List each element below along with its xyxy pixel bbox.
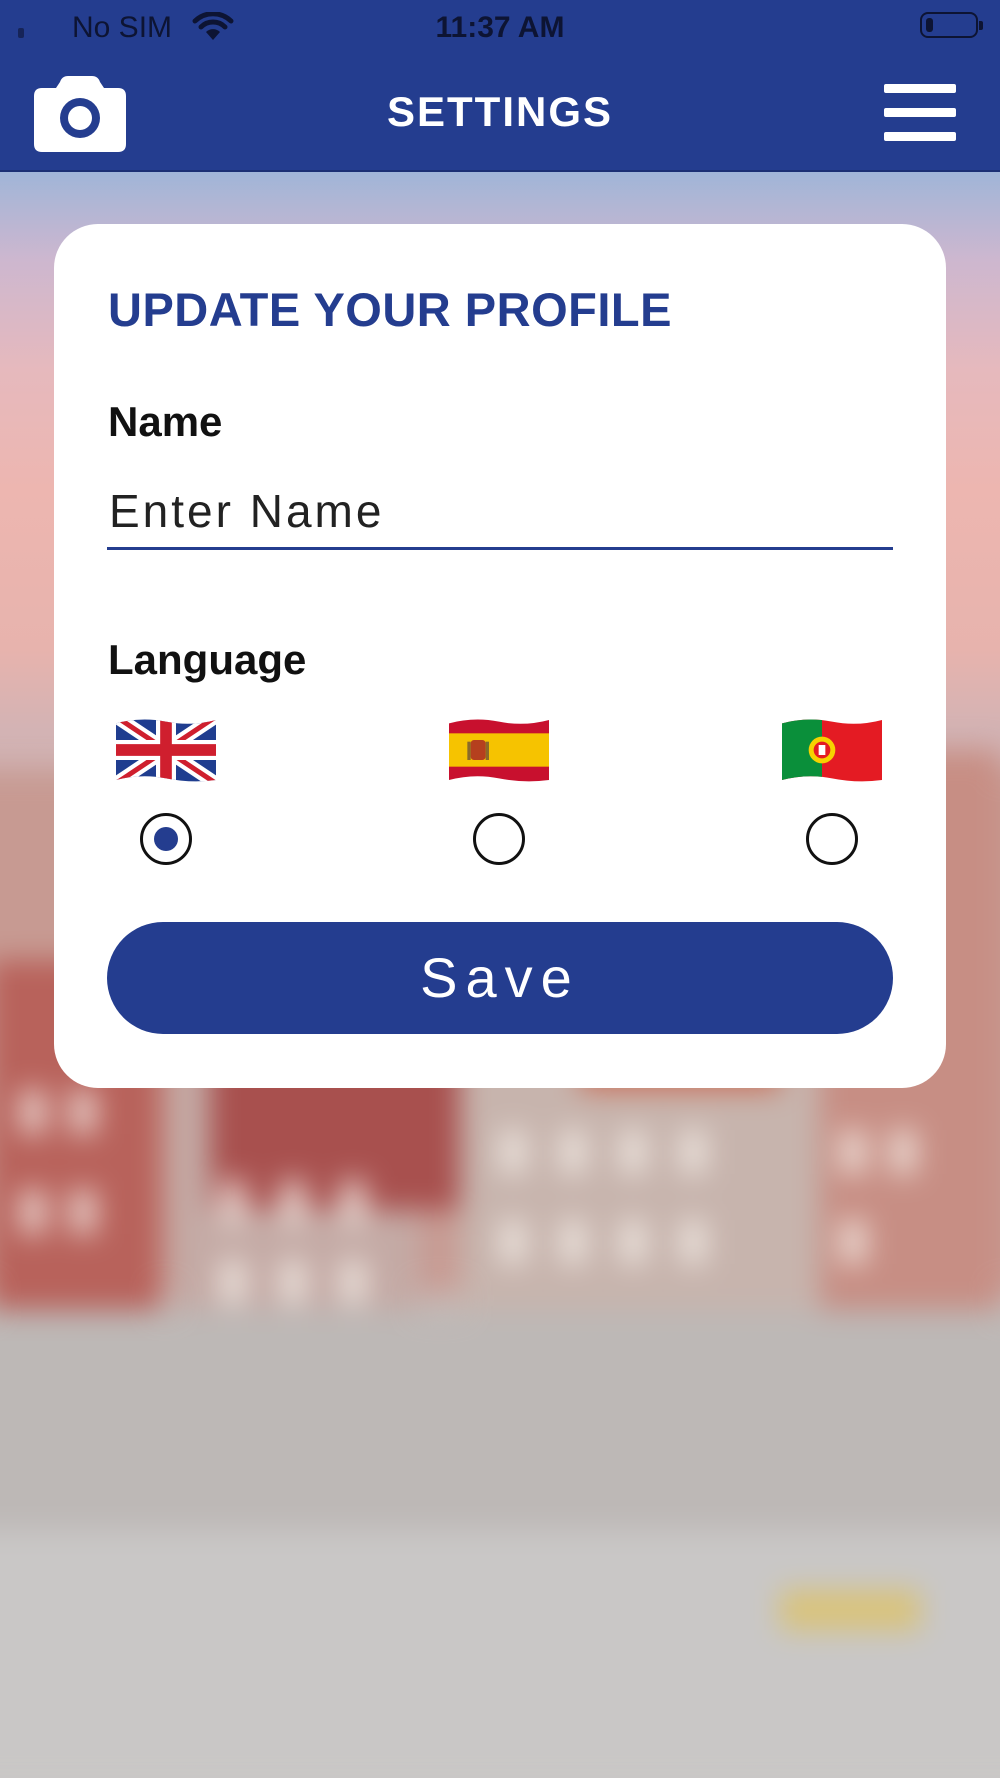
language-option-portugal (782, 714, 892, 884)
save-button[interactable]: Save (107, 922, 893, 1034)
profile-card: UPDATE YOUR PROFILE Name Language (54, 224, 946, 1088)
nav-bar: SETTINGS (0, 56, 1000, 172)
menu-line (884, 132, 956, 141)
radio-selected-indicator (154, 827, 178, 851)
name-label: Name (108, 398, 223, 445)
uk-flag-icon[interactable] (116, 714, 216, 786)
battery-icon (920, 12, 983, 38)
radio-spain[interactable] (473, 813, 525, 865)
menu-line (884, 108, 956, 117)
card-title: UPDATE YOUR PROFILE (108, 283, 672, 336)
language-option-uk (116, 714, 226, 884)
menu-icon[interactable] (884, 84, 956, 142)
spain-flag-icon[interactable] (449, 714, 549, 786)
radio-portugal[interactable] (806, 813, 858, 865)
portugal-flag-icon[interactable] (782, 714, 882, 786)
page-title: SETTINGS (386, 88, 614, 135)
menu-line (884, 84, 956, 93)
battery-level (926, 18, 933, 32)
status-bar: No SIM 11:37 AM (0, 0, 1000, 56)
language-option-spain (449, 714, 559, 884)
name-input[interactable] (107, 474, 893, 550)
clock: 11:37 AM (435, 11, 565, 44)
radio-uk[interactable] (140, 813, 192, 865)
language-label: Language (108, 636, 307, 683)
battery-cap (979, 21, 983, 30)
